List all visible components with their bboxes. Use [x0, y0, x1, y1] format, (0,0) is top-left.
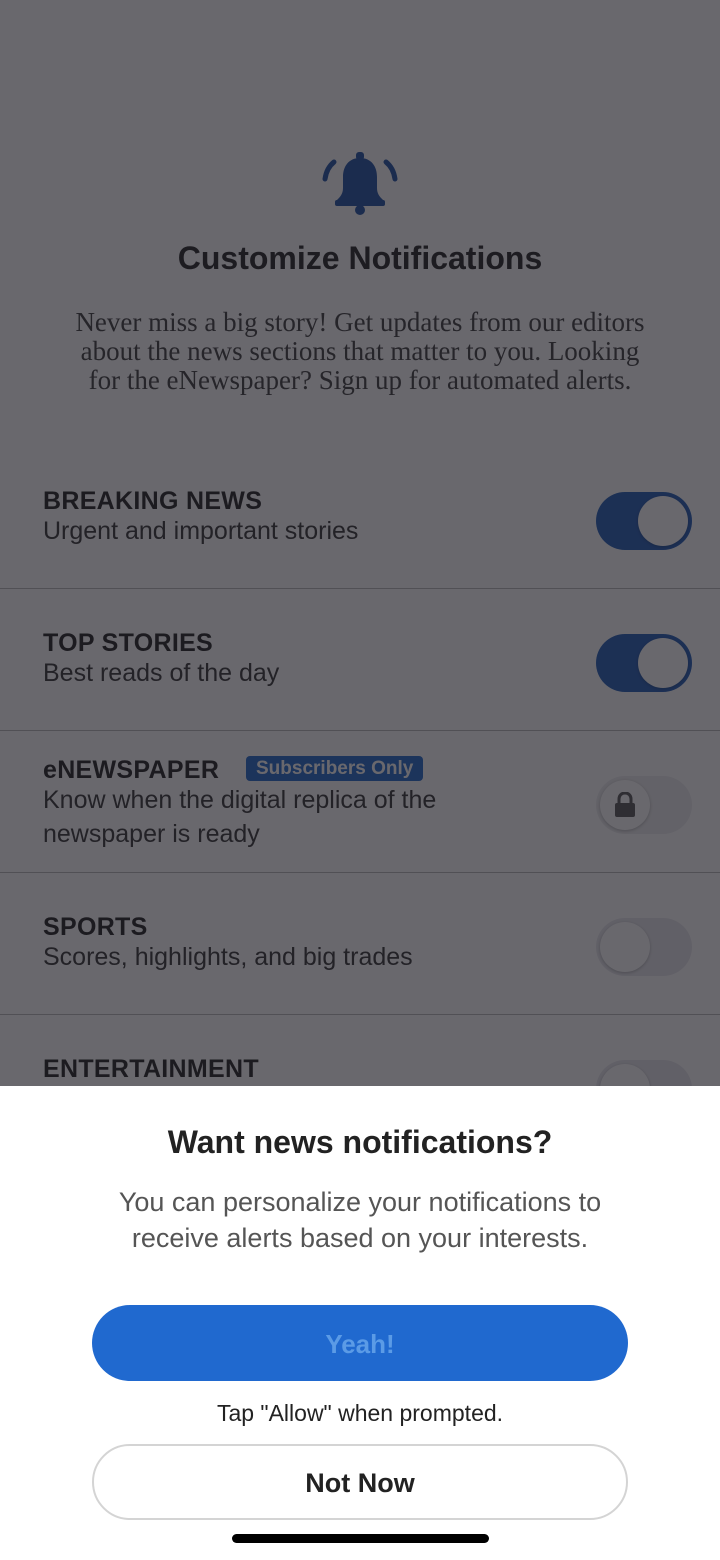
home-indicator[interactable]	[232, 1534, 489, 1543]
setting-row-top-stories: TOP STORIES Best reads of the day	[0, 588, 720, 731]
setting-title: eNEWSPAPER	[43, 756, 220, 784]
not-now-button[interactable]: Not Now	[92, 1444, 628, 1520]
intro-text: Never miss a big story! Get updates from…	[75, 307, 645, 395]
setting-description: Best reads of the day	[43, 659, 280, 687]
subscribers-only-badge: Subscribers Only	[246, 756, 424, 781]
enewspaper-toggle[interactable]	[596, 776, 692, 834]
toggle-knob	[600, 780, 650, 830]
setting-title: ENTERTAINMENT	[43, 1055, 259, 1083]
setting-title: SPORTS	[43, 913, 148, 941]
setting-description: Scores, highlights, and big trades	[43, 943, 413, 971]
toggle-knob	[638, 638, 688, 688]
page-title: Customize Notifications	[177, 240, 543, 276]
top-stories-toggle[interactable]	[596, 634, 692, 692]
yeah-button[interactable]: Yeah!	[92, 1305, 628, 1381]
setting-description: Know when the digital replica of the new…	[43, 786, 437, 848]
allow-hint: Tap "Allow" when prompted.	[216, 1400, 504, 1426]
setting-row-enewspaper: eNEWSPAPER Subscribers Only Know when th…	[0, 730, 720, 873]
toggle-knob	[600, 922, 650, 972]
setting-title: TOP STORIES	[43, 629, 214, 657]
sports-toggle[interactable]	[596, 918, 692, 976]
toggle-knob	[638, 496, 688, 546]
notification-permission-sheet: Want news notifications? You can persona…	[0, 1086, 720, 1560]
lock-icon	[615, 792, 635, 817]
breaking-news-toggle[interactable]	[596, 492, 692, 550]
setting-row-breaking-news: BREAKING NEWS Urgent and important stori…	[0, 446, 720, 589]
bell-icon	[322, 152, 398, 215]
sheet-title: Want news notifications?	[167, 1124, 553, 1160]
setting-title: BREAKING NEWS	[43, 487, 263, 515]
setting-description: Urgent and important stories	[43, 517, 359, 545]
sheet-body: You can personalize your notifications t…	[118, 1187, 602, 1253]
setting-row-sports: SPORTS Scores, highlights, and big trade…	[0, 872, 720, 1015]
